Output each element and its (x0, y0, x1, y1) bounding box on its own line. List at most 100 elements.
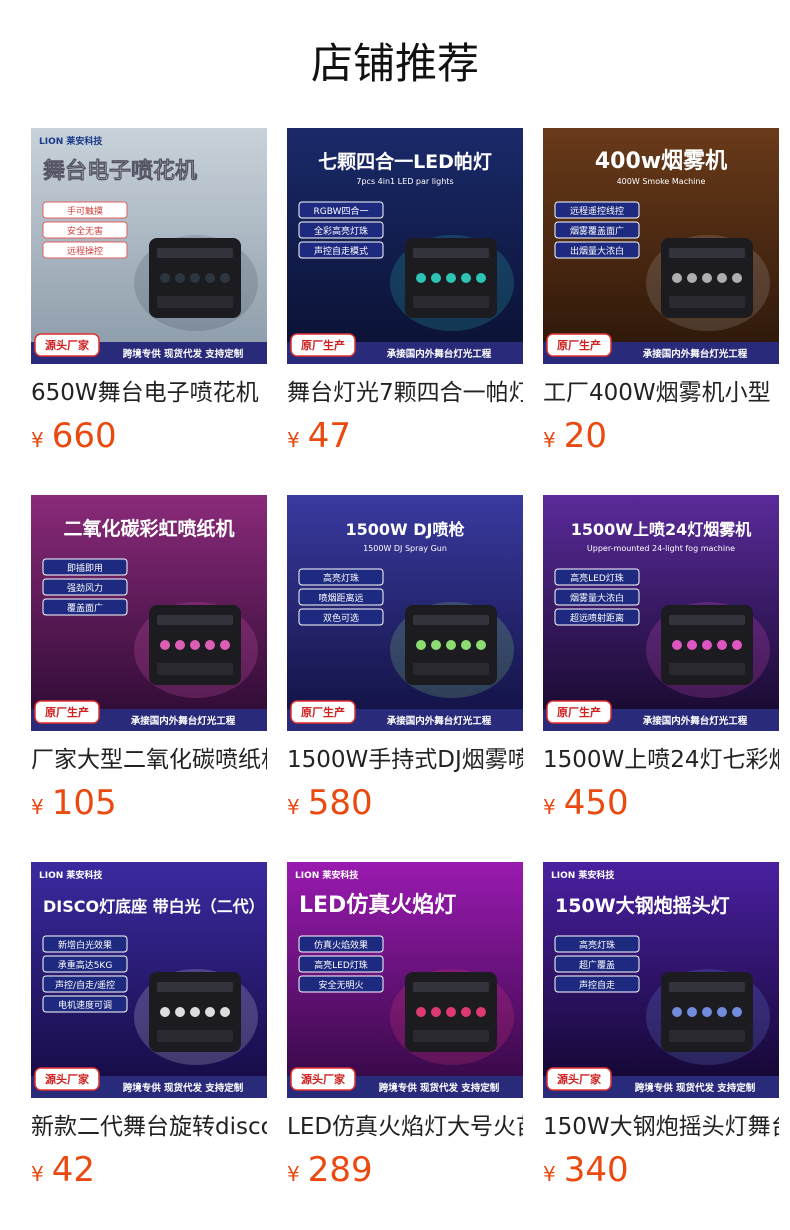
product-card[interactable]: 400w烟雾机 400W Smoke Machine 远程遥控线控 烟雾覆盖面广 出烟量… (543, 128, 779, 462)
product-name[interactable]: 工厂400W烟雾机小型 (543, 378, 779, 408)
image-headline: 1500W DJ喷枪 (346, 520, 465, 539)
product-price: ¥580 (287, 783, 523, 829)
product-name[interactable]: 舞台灯光7颗四合一帕灯 (287, 378, 523, 408)
image-headline: 400w烟雾机 (595, 149, 727, 174)
product-illustration (646, 602, 770, 698)
feature-label: RGBW四合一 (314, 205, 369, 217)
price-value: 47 (307, 416, 351, 456)
image-subtitle: 1500W DJ Spray Gun (363, 544, 447, 553)
product-illustration (646, 235, 770, 331)
currency-symbol: ¥ (287, 795, 300, 819)
feature-label: 超远喷射距离 (570, 612, 624, 624)
image-headline: 二氧化碳彩虹喷纸机 (63, 517, 234, 540)
product-price: ¥450 (543, 783, 779, 829)
product-price: ¥340 (543, 1150, 779, 1196)
price-value: 289 (307, 1150, 373, 1190)
feature-label: 电机速度可调 (58, 999, 112, 1011)
product-image[interactable]: LION 莱安科技 舞台电子喷花机 手可触摸 安全无害 远程操控 源头厂家 跨境专供 现货代… (31, 128, 267, 364)
product-card[interactable]: LION 莱安科技 LED仿真火焰灯 仿真火焰效果 高亮LED灯珠 安全无明火 源头厂家跨… (287, 862, 523, 1196)
feature-label: 声控/自走/遥控 (55, 979, 115, 991)
badge-label: 源头厂家 (557, 1072, 602, 1086)
brand-logo: LION 莱安科技 (39, 869, 103, 881)
price-value: 340 (563, 1150, 629, 1190)
image-subtitle: 400W Smoke Machine (617, 177, 706, 186)
feature-label: 远程操控 (67, 245, 103, 257)
badge-label: 原厂生产 (557, 338, 601, 352)
product-image[interactable]: 400w烟雾机 400W Smoke Machine 远程遥控线控 烟雾覆盖面广 出烟量… (543, 128, 779, 364)
product-illustration (646, 969, 770, 1065)
currency-symbol: ¥ (31, 1162, 44, 1186)
product-image[interactable]: 七颗四合一LED帕灯 7pcs 4in1 LED par lights RGBW四合… (287, 128, 523, 364)
product-name[interactable]: 650W舞台电子喷花机 (31, 378, 267, 408)
price-value: 20 (563, 416, 607, 456)
product-name[interactable]: LED仿真火焰灯大号火苗灯 (287, 1112, 523, 1142)
feature-label: 强劲风力 (67, 582, 103, 594)
feature-label: 声控自走模式 (314, 245, 368, 257)
price-value: 660 (51, 416, 117, 456)
brand-logo: LION 莱安科技 (551, 869, 615, 881)
section-title: 店铺推荐 (310, 39, 479, 88)
footer-text: 跨境专供 现货代发 支持定制 (635, 1082, 756, 1094)
currency-symbol: ¥ (543, 1162, 556, 1186)
product-card[interactable]: LION 莱安科技 舞台电子喷花机 手可触摸 安全无害 远程操控 源头厂家 跨境专供 现货代… (31, 128, 267, 462)
price-value: 42 (51, 1150, 95, 1190)
feature-label: 烟雾量大浓白 (570, 592, 624, 604)
product-image[interactable]: LION 莱安科技 150W大钢炮摇头灯 高亮灯珠 超广覆盖 声控自走 源头厂家 跨境专供 … (543, 862, 779, 1098)
product-illustration (134, 235, 258, 331)
feature-label: 高亮灯珠 (323, 572, 359, 584)
product-name[interactable]: 新款二代舞台旋转disco灯底座 (31, 1112, 267, 1142)
product-card[interactable]: LION 莱安科技 DISCO灯底座 带白光（二代） 新增白光效果 承重高达5KG 声控… (31, 862, 267, 1196)
feature-label: 声控自走 (579, 979, 615, 991)
badge-label: 原厂生产 (557, 705, 601, 719)
feature-label: 超广覆盖 (579, 959, 615, 971)
feature-label: 烟雾覆盖面广 (570, 225, 624, 237)
product-image[interactable]: 二氧化碳彩虹喷纸机 即插即用 强劲风力 覆盖面广 原厂生产 承接国内外舞台灯光工程 (31, 495, 267, 731)
badge-label: 源头厂家 (301, 1072, 346, 1086)
product-illustration (134, 602, 258, 698)
brand-logo: LION 莱安科技 (295, 869, 359, 881)
feature-label: 手可触摸 (67, 205, 103, 217)
product-name[interactable]: 厂家大型二氧化碳喷纸机 (31, 745, 267, 775)
product-illustration (390, 969, 514, 1065)
feature-label: 高亮LED灯珠 (314, 959, 368, 971)
product-price: ¥47 (287, 416, 523, 462)
brand-logo: LION 莱安科技 (39, 135, 103, 147)
feature-label: 覆盖面广 (67, 602, 103, 614)
feature-label: 安全无害 (67, 225, 103, 237)
product-illustration (390, 602, 514, 698)
product-image[interactable]: 1500W上喷24灯烟雾机 Upper-mounted 24-light fog … (543, 495, 779, 731)
image-subtitle: 7pcs 4in1 LED par lights (356, 177, 453, 186)
footer-text: 承接国内外舞台灯光工程 (643, 715, 748, 727)
feature-label: 安全无明火 (318, 979, 363, 991)
product-name[interactable]: 1500W手持式DJ烟雾喷枪 (287, 745, 523, 775)
feature-label: 远程遥控线控 (570, 205, 624, 217)
product-card[interactable]: 1500W DJ喷枪 1500W DJ Spray Gun 高亮灯珠 喷烟距离远 双色可… (287, 495, 523, 829)
feature-label: 即插即用 (67, 562, 103, 574)
footer-text: 跨境专供 现货代发 支持定制 (123, 1082, 244, 1094)
footer-text: 跨境专供 现货代发 支持定制 (379, 1082, 500, 1094)
product-card[interactable]: 1500W上喷24灯烟雾机 Upper-mounted 24-light fog … (543, 495, 779, 829)
currency-symbol: ¥ (31, 795, 44, 819)
product-image[interactable]: LION 莱安科技 LED仿真火焰灯 仿真火焰效果 高亮LED灯珠 安全无明火 源头厂家跨… (287, 862, 523, 1098)
product-name[interactable]: 1500W上喷24灯七彩烟雾机 (543, 745, 779, 775)
product-image[interactable]: 1500W DJ喷枪 1500W DJ Spray Gun 高亮灯珠 喷烟距离远 双色可… (287, 495, 523, 731)
badge-label: 原厂生产 (45, 705, 89, 719)
product-grid: LION 莱安科技 舞台电子喷花机 手可触摸 安全无害 远程操控 源头厂家 跨境专供 现货代… (0, 128, 790, 1212)
footer-text: 承接国内外舞台灯光工程 (387, 715, 492, 727)
image-headline: 七颗四合一LED帕灯 (318, 150, 492, 173)
badge-label: 原厂生产 (301, 705, 345, 719)
product-card[interactable]: LION 莱安科技 150W大钢炮摇头灯 高亮灯珠 超广覆盖 声控自走 源头厂家 跨境专供 … (543, 862, 779, 1196)
currency-symbol: ¥ (31, 428, 44, 452)
product-card[interactable]: 七颗四合一LED帕灯 7pcs 4in1 LED par lights RGBW四合… (287, 128, 523, 462)
product-price: ¥42 (31, 1150, 267, 1196)
product-price: ¥660 (31, 416, 267, 462)
product-name[interactable]: 150W大钢炮摇头灯舞台灯 (543, 1112, 779, 1142)
footer-text: 跨境专供 现货代发 支持定制 (123, 348, 244, 360)
product-image[interactable]: LION 莱安科技 DISCO灯底座 带白光（二代） 新增白光效果 承重高达5KG 声控… (31, 862, 267, 1098)
product-price: ¥105 (31, 783, 267, 829)
badge-label: 原厂生产 (301, 338, 345, 352)
image-headline: 舞台电子喷花机 (43, 158, 197, 184)
image-subtitle: Upper-mounted 24-light fog machine (587, 544, 735, 553)
product-card[interactable]: 二氧化碳彩虹喷纸机 即插即用 强劲风力 覆盖面广 原厂生产 承接国内外舞台灯光工程 厂家大型… (31, 495, 267, 829)
feature-label: 喷烟距离远 (318, 592, 363, 604)
